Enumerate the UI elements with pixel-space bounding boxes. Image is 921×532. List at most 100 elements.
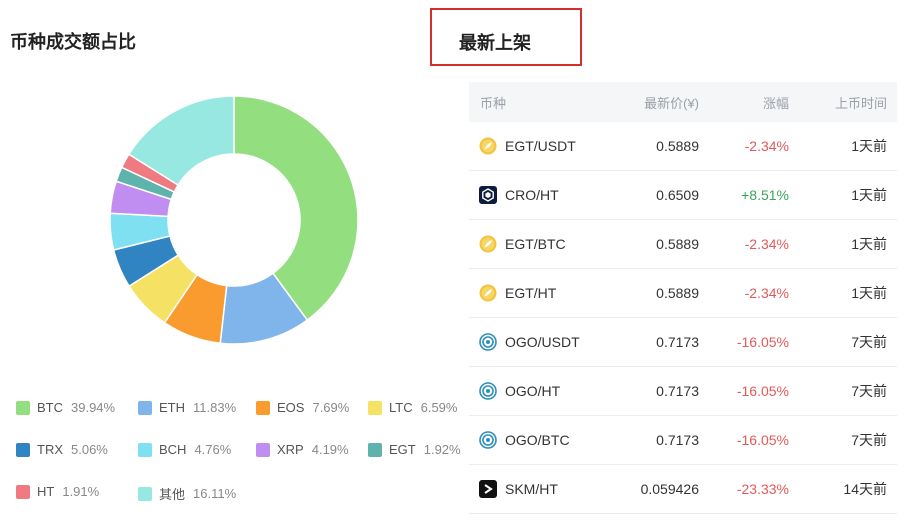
pair-name: EGT/USDT	[505, 138, 576, 154]
legend-name: ETH	[159, 400, 185, 415]
legend-percent: 4.19%	[311, 442, 349, 457]
change-cell: -2.34%	[744, 285, 789, 301]
pair-cell: OGO/USDT	[469, 333, 609, 351]
legend-swatch	[16, 400, 30, 415]
donut-chart	[109, 95, 359, 345]
listed-time-cell: 1天前	[851, 138, 887, 154]
listed-time-cell: 1天前	[851, 187, 887, 203]
legend-percent: 7.69%	[312, 400, 350, 415]
skm-icon	[479, 480, 497, 498]
change-cell: -2.34%	[744, 236, 789, 252]
listings-table: 币种 最新价(¥) 涨幅 上币时间 EGT/USDT 0.5889 -2.34% 1天…	[469, 82, 897, 514]
legend-name: HT	[37, 484, 55, 499]
legend-swatch	[16, 484, 30, 499]
chart-title: 币种成交额占比	[10, 32, 136, 52]
pair-cell: CRO/HT	[469, 186, 609, 204]
legend-item[interactable]: EOS 7.69%	[256, 400, 349, 415]
table-row[interactable]: OGO/BTC 0.7173 -16.05% 7天前	[469, 416, 897, 465]
legend-percent: 16.11%	[193, 486, 237, 501]
pair-cell: EGT/HT	[469, 284, 609, 302]
legend-name: TRX	[37, 442, 63, 457]
pair-name: EGT/HT	[505, 285, 557, 301]
listed-time-cell: 1天前	[851, 285, 887, 301]
legend-percent: 4.76%	[194, 442, 232, 457]
legend-item[interactable]: HT 1.91%	[16, 484, 99, 499]
tab-latest-listings[interactable]: 最新上架	[430, 8, 582, 66]
legend-item[interactable]: EGT 1.92%	[368, 442, 461, 457]
listed-time-cell: 7天前	[851, 334, 887, 350]
legend-percent: 5.06%	[71, 442, 108, 457]
tab-label: 最新上架	[459, 33, 531, 53]
price-cell: 0.5889	[656, 285, 699, 301]
change-cell: -23.33%	[736, 481, 789, 497]
price-cell: 0.7173	[656, 432, 699, 448]
legend-swatch	[368, 400, 382, 415]
legend-item[interactable]: LTC 6.59%	[368, 400, 457, 415]
price-cell: 0.5889	[656, 138, 699, 154]
legend-swatch	[138, 442, 152, 457]
table-row[interactable]: OGO/HT 0.7173 -16.05% 7天前	[469, 367, 897, 416]
legend-swatch	[368, 442, 382, 457]
egt-icon	[479, 137, 497, 155]
price-cell: 0.7173	[656, 383, 699, 399]
legend-swatch	[256, 442, 270, 457]
change-cell: -16.05%	[736, 383, 789, 399]
legend-name: BTC	[37, 400, 63, 415]
legend-name: BCH	[159, 442, 187, 457]
table-row[interactable]: OGO/USDT 0.7173 -16.05% 7天前	[469, 318, 897, 367]
legend-item[interactable]: ETH 11.83%	[138, 400, 236, 415]
change-cell: -16.05%	[736, 432, 789, 448]
header-listed-time: 上币时间	[834, 95, 887, 111]
legend-percent: 39.94%	[71, 400, 116, 415]
price-cell: 0.6509	[656, 187, 699, 203]
listed-time-cell: 1天前	[851, 236, 887, 252]
price-cell: 0.059426	[640, 481, 699, 497]
egt-icon	[479, 235, 497, 253]
legend-item[interactable]: XRP 4.19%	[256, 442, 349, 457]
pair-name: SKM/HT	[505, 481, 558, 497]
table-row[interactable]: EGT/USDT 0.5889 -2.34% 1天前	[469, 122, 897, 171]
change-cell: -16.05%	[736, 334, 789, 350]
pair-name: OGO/BTC	[505, 432, 570, 448]
legend-item[interactable]: BTC 39.94%	[16, 400, 115, 415]
table-header: 币种 最新价(¥) 涨幅 上币时间	[469, 82, 897, 122]
table-row[interactable]: EGT/HT 0.5889 -2.34% 1天前	[469, 269, 897, 318]
legend-swatch	[138, 400, 152, 415]
pair-name: OGO/USDT	[505, 334, 580, 350]
legend-name: 其他	[159, 487, 186, 502]
pair-name: OGO/HT	[505, 383, 561, 399]
legend-swatch	[138, 486, 152, 501]
pair-name: EGT/BTC	[505, 236, 566, 252]
egt-icon	[479, 284, 497, 302]
legend-name: EGT	[389, 442, 416, 457]
legend-item[interactable]: TRX 5.06%	[16, 442, 108, 457]
legend-item[interactable]: 其他 16.11%	[138, 484, 236, 503]
cro-icon	[479, 186, 497, 204]
header-price: 最新价(¥)	[644, 95, 699, 111]
header-pair: 币种	[480, 95, 507, 111]
listed-time-cell: 14天前	[843, 481, 887, 497]
legend-item[interactable]: BCH 4.76%	[138, 442, 231, 457]
pair-cell: EGT/BTC	[469, 235, 609, 253]
ogo-icon	[479, 382, 497, 400]
listed-time-cell: 7天前	[851, 432, 887, 448]
price-cell: 0.7173	[656, 334, 699, 350]
pair-cell: OGO/BTC	[469, 431, 609, 449]
table-row[interactable]: EGT/BTC 0.5889 -2.34% 1天前	[469, 220, 897, 269]
legend-name: LTC	[389, 400, 413, 415]
legend-percent: 1.92%	[423, 442, 461, 457]
header-change: 涨幅	[762, 95, 789, 111]
legend-name: EOS	[277, 400, 305, 415]
pair-name: CRO/HT	[505, 187, 559, 203]
legend-swatch	[256, 400, 270, 415]
table-row[interactable]: CRO/HT 0.6509 +8.51% 1天前	[469, 171, 897, 220]
ogo-icon	[479, 333, 497, 351]
legend-percent: 11.83%	[193, 400, 237, 415]
pair-cell: SKM/HT	[469, 480, 609, 498]
legend-swatch	[16, 442, 30, 457]
legend-percent: 1.91%	[62, 484, 100, 499]
legend-name: XRP	[277, 442, 304, 457]
ogo-icon	[479, 431, 497, 449]
listed-time-cell: 7天前	[851, 383, 887, 399]
table-row[interactable]: SKM/HT 0.059426 -23.33% 14天前	[469, 465, 897, 514]
